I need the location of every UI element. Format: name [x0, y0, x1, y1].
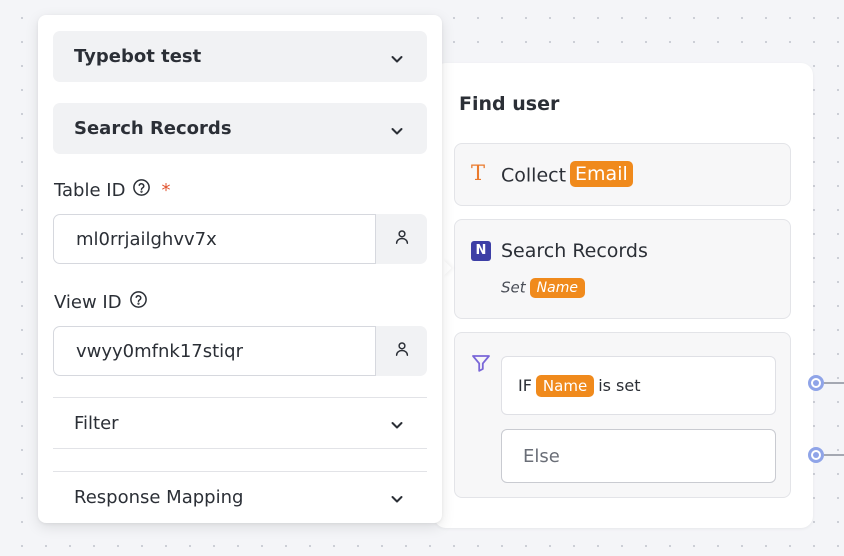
credentials-value: Typebot test [74, 46, 202, 67]
condition-variable-tag: Name [535, 374, 595, 397]
condition-block[interactable]: IF Name is set Else [454, 332, 791, 498]
condition-else-item[interactable]: Else [501, 429, 776, 483]
chevron-down-icon [390, 50, 404, 71]
action-select[interactable]: Search Records [53, 103, 427, 154]
view-id-variable-button[interactable] [376, 326, 427, 376]
if-edge [824, 382, 844, 384]
set-variable-line: Set Name [501, 278, 585, 298]
table-id-label: Table ID * [54, 178, 170, 202]
else-edge [824, 454, 844, 456]
view-id-label: View ID [54, 290, 148, 314]
table-id-input[interactable]: ml0rrjailghvv7x [53, 214, 376, 264]
view-id-label-text: View ID [54, 291, 122, 313]
else-label: Else [523, 445, 560, 467]
filter-accordion[interactable]: Filter [53, 397, 427, 449]
response-mapping-accordion[interactable]: Response Mapping [53, 471, 427, 523]
action-value: Search Records [74, 118, 232, 139]
if-output-port[interactable] [808, 375, 824, 391]
filter-icon [471, 353, 491, 377]
view-id-input[interactable]: vwyy0mfnk17stiqr [53, 326, 376, 376]
search-records-label: Search Records [501, 240, 648, 262]
chevron-down-icon [390, 416, 404, 437]
set-label: Set [501, 278, 526, 297]
user-icon [393, 340, 411, 362]
table-id-variable-button[interactable] [376, 214, 427, 264]
table-id-label-text: Table ID [54, 179, 126, 201]
condition-if-item[interactable]: IF Name is set [501, 356, 776, 415]
block-settings-panel: Typebot test Search Records Table ID * m… [38, 15, 442, 523]
chevron-down-icon [390, 490, 404, 511]
condition-operator: is set [598, 376, 641, 395]
user-icon [393, 228, 411, 250]
credentials-select[interactable]: Typebot test [53, 31, 427, 82]
help-circle-icon[interactable] [132, 178, 151, 202]
variable-tag-name: Name [529, 278, 585, 298]
nocodb-icon: N [471, 241, 491, 261]
search-records-block[interactable]: N Search Records Set Name [454, 219, 791, 319]
collect-block[interactable]: T Collect Email [454, 143, 791, 206]
collect-block-text: Collect Email [501, 161, 633, 189]
collect-label: Collect [501, 164, 567, 187]
required-asterisk: * [161, 179, 171, 201]
response-mapping-label: Response Mapping [74, 487, 244, 508]
group-card-find-user[interactable]: Find user T Collect Email N Search Record… [434, 63, 813, 528]
text-input-icon: T [471, 161, 486, 185]
else-output-port[interactable] [808, 447, 824, 463]
variable-tag-email: Email [570, 161, 633, 187]
view-id-value: vwyy0mfnk17stiqr [76, 340, 244, 362]
filter-accordion-label: Filter [74, 412, 119, 434]
help-circle-icon[interactable] [129, 290, 148, 314]
chevron-down-icon [390, 122, 404, 143]
table-id-value: ml0rrjailghvv7x [76, 228, 217, 250]
group-title[interactable]: Find user [459, 93, 559, 115]
if-keyword: IF [518, 376, 532, 395]
